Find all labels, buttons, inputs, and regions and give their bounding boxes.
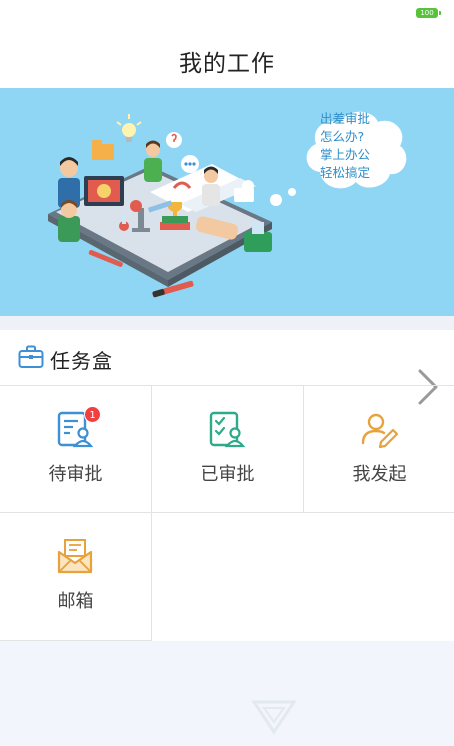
tile-approved[interactable]: 已审批	[152, 386, 303, 513]
notification-badge: 1	[84, 406, 101, 423]
briefcase-icon	[18, 345, 44, 368]
initiated-icon	[361, 413, 399, 449]
promo-banner[interactable]: 出差审批 怎么办? 掌上办公 轻松搞定	[0, 88, 454, 316]
tile-mailbox[interactable]: 邮箱	[0, 513, 151, 640]
cloud-line-1: 出差审批	[320, 111, 371, 126]
approved-icon	[209, 411, 246, 448]
watermark-logo	[251, 700, 297, 735]
tile-pending-approval[interactable]: 1 待审批	[0, 386, 151, 513]
status-bar: 100	[0, 0, 454, 26]
task-box-header: 任务盒	[0, 330, 454, 386]
task-box-panel: 任务盒 1 待审批 已审批 我发起 邮箱	[0, 330, 454, 641]
nav-bar: 我的工作	[0, 26, 454, 88]
tile-label: 已审批	[200, 464, 255, 485]
page-title: 我的工作	[179, 51, 275, 77]
cloud-caption: 出差审批 怎么办? 掌上办公 轻松搞定	[320, 110, 410, 182]
grid-divider	[0, 640, 152, 641]
tile-label: 邮箱	[57, 591, 94, 612]
tile-initiated[interactable]: 我发起	[304, 386, 454, 513]
section-title: 任务盒	[50, 349, 113, 373]
battery-indicator: 100	[416, 8, 441, 18]
section-gap	[0, 316, 454, 330]
tile-label: 待审批	[48, 464, 103, 485]
mailbox-icon	[57, 539, 93, 574]
tile-label: 我发起	[352, 464, 407, 485]
cloud-line-3: 掌上办公	[320, 147, 371, 162]
cloud-line-4: 轻松搞定	[320, 165, 371, 180]
cloud-line-2: 怎么办?	[320, 129, 365, 144]
